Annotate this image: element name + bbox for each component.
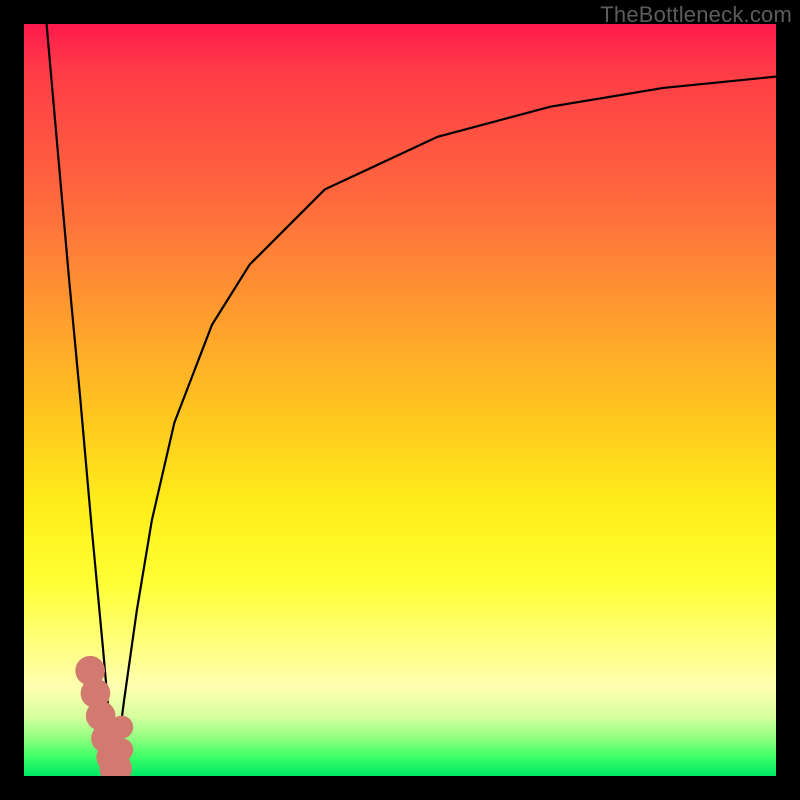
plot-area: [24, 24, 776, 776]
chart-frame: TheBottleneck.com: [0, 0, 800, 800]
curve-layer: [24, 24, 776, 776]
watermark-text: TheBottleneck.com: [600, 2, 792, 28]
marker-layer: [75, 656, 133, 776]
data-marker: [110, 738, 133, 761]
data-marker: [110, 716, 133, 739]
curve-right-branch: [114, 77, 776, 776]
